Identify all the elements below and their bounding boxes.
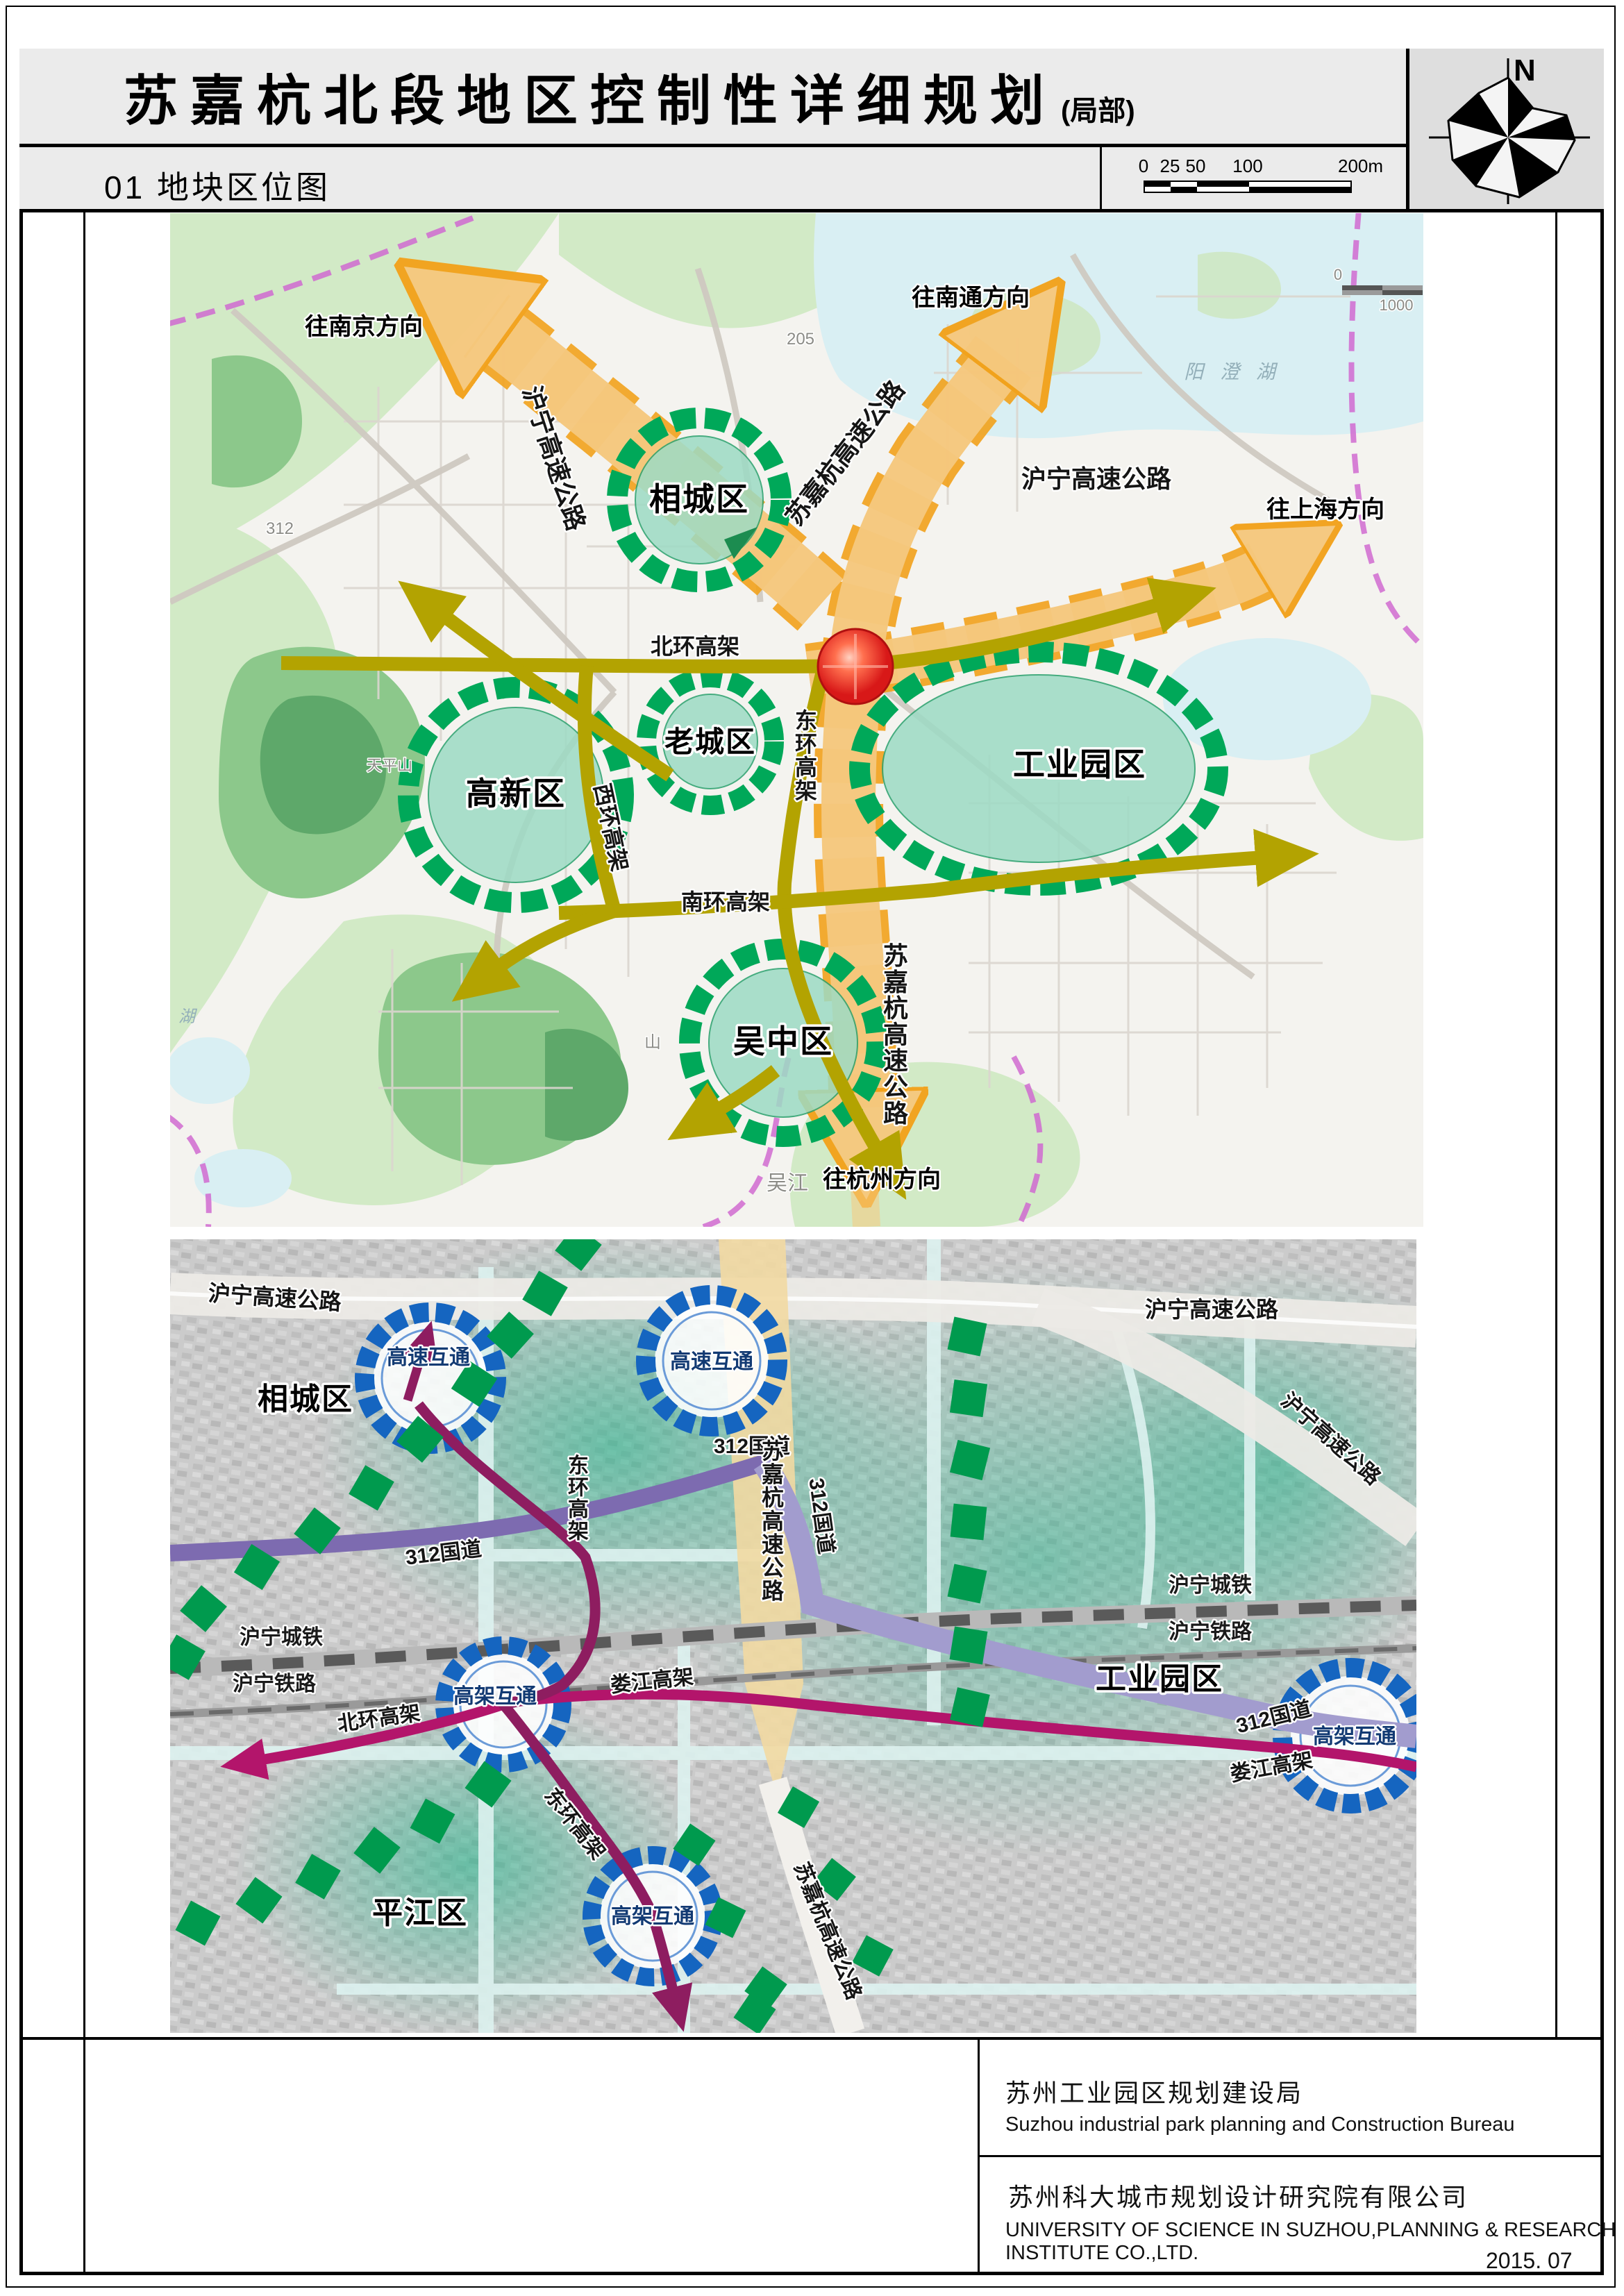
scalebar-tick: 50 bbox=[1186, 156, 1206, 177]
map-label: 1000 bbox=[1380, 296, 1414, 314]
map-label: 山 bbox=[644, 1033, 661, 1052]
map-label: 沪宁城铁 bbox=[240, 1625, 323, 1649]
map-label: 苏嘉杭高速公路 bbox=[883, 941, 909, 1128]
title-band: 苏嘉杭北段地区控制性详细规划 (局部) bbox=[19, 49, 1406, 147]
map-label: 往南京方向 bbox=[305, 314, 423, 340]
inset-scalebar bbox=[1342, 285, 1423, 295]
scalebar-tick: 100 bbox=[1232, 156, 1262, 177]
map-label: 高架互通 bbox=[453, 1685, 537, 1708]
map-label: 工业园区 bbox=[1013, 746, 1146, 782]
map-label: 吴中区 bbox=[733, 1023, 833, 1059]
bureau-name-cn: 苏州工业园区规划建设局 bbox=[1005, 2073, 1303, 2109]
map-label: 高新区 bbox=[466, 776, 566, 812]
map-label: 平江区 bbox=[372, 1896, 468, 1930]
left-column-line bbox=[83, 212, 85, 2275]
page-title-suffix: (局部) bbox=[1057, 65, 1135, 128]
detail-map-panel: 沪宁高速公路沪宁高速公路沪宁高速公路高速互通高速互通相城区312国道312国道3… bbox=[170, 1239, 1416, 2036]
map-label: 东环高架 bbox=[568, 1454, 589, 1543]
plan-sheet: 苏嘉杭北段地区控制性详细规划 (局部) 01 地块区位图 0 25 50 100… bbox=[0, 0, 1624, 2296]
north-compass-icon: N bbox=[1409, 49, 1604, 207]
location-map-panel: 往南京方向往南通方向往上海方向往杭州方向沪宁高速公路沪宁高速公路苏嘉杭高速公路苏… bbox=[170, 213, 1423, 1230]
subtitle-band: 01 地块区位图 0 25 50 100 200m bbox=[19, 147, 1406, 212]
map-label: 北环高架 bbox=[651, 634, 739, 659]
map-label: 吴江 bbox=[767, 1172, 808, 1195]
map-label: 苏嘉杭高速公路 bbox=[762, 1439, 785, 1604]
right-column-line bbox=[1555, 212, 1557, 2037]
map-label: 高架互通 bbox=[1313, 1725, 1396, 1748]
map-label: 312 bbox=[266, 519, 294, 538]
map-label: 沪宁高速公路 bbox=[1145, 1297, 1279, 1322]
compass-n-label: N bbox=[1514, 53, 1536, 87]
footer-cell-divider bbox=[978, 2155, 1604, 2157]
map-label: 往南通方向 bbox=[912, 285, 1030, 311]
map-label: 相城区 bbox=[258, 1382, 353, 1416]
map-label: 工业园区 bbox=[1096, 1662, 1223, 1696]
institute-name-cn: 苏州科大城市规划设计研究院有限公司 bbox=[1008, 2177, 1468, 2213]
scalebar-end-label: 200m bbox=[1338, 156, 1383, 177]
scalebar-tick: 25 bbox=[1160, 156, 1180, 177]
map-label: 老城区 bbox=[664, 726, 756, 758]
map-label: 相城区 bbox=[649, 481, 749, 517]
detail-map: 沪宁高速公路沪宁高速公路沪宁高速公路高速互通高速互通相城区312国道312国道3… bbox=[170, 1239, 1416, 2033]
map-label: 湖 bbox=[178, 1007, 201, 1026]
map-label: 往杭州方向 bbox=[823, 1166, 941, 1193]
map-label: 沪宁高速公路 bbox=[1021, 464, 1172, 493]
map-label: 沪宁铁路 bbox=[233, 1672, 317, 1695]
project-location-marker bbox=[818, 629, 893, 704]
map-label: 天平山 bbox=[367, 757, 412, 774]
location-map: 往南京方向往南通方向往上海方向往杭州方向沪宁高速公路沪宁高速公路苏嘉杭高速公路苏… bbox=[170, 213, 1423, 1227]
sheet-date: 2015. 07 bbox=[1486, 2248, 1573, 2274]
map-label: 沪宁城铁 bbox=[1169, 1573, 1252, 1597]
compass-box: N bbox=[1406, 49, 1604, 212]
map-label: 高架互通 bbox=[611, 1905, 694, 1928]
map-label: 东环高架 bbox=[795, 708, 817, 803]
map-label: 高速互通 bbox=[387, 1346, 470, 1369]
scalebar-cell: 0 25 50 100 200m bbox=[1100, 147, 1406, 212]
map-label: 往上海方向 bbox=[1266, 496, 1384, 523]
map-label: 0 bbox=[1334, 266, 1342, 283]
sheet-number-title: 01 地块区位图 bbox=[104, 162, 330, 208]
map-label: 阳 澄 湖 bbox=[1184, 361, 1281, 383]
map-label: 南环高架 bbox=[681, 889, 770, 914]
bureau-name-en: Suzhou industrial park planning and Cons… bbox=[1005, 2113, 1515, 2136]
map-label: 高速互通 bbox=[670, 1350, 753, 1373]
map-label: 沪宁铁路 bbox=[1169, 1620, 1253, 1643]
footer-separator bbox=[19, 2037, 1604, 2040]
map-label: 205 bbox=[787, 330, 814, 349]
footer-block-divider bbox=[978, 2040, 980, 2275]
page-title: 苏嘉杭北段地区控制性详细规划 bbox=[19, 58, 1057, 135]
scalebar-tick: 0 bbox=[1139, 156, 1148, 177]
scalebar bbox=[1144, 181, 1352, 193]
